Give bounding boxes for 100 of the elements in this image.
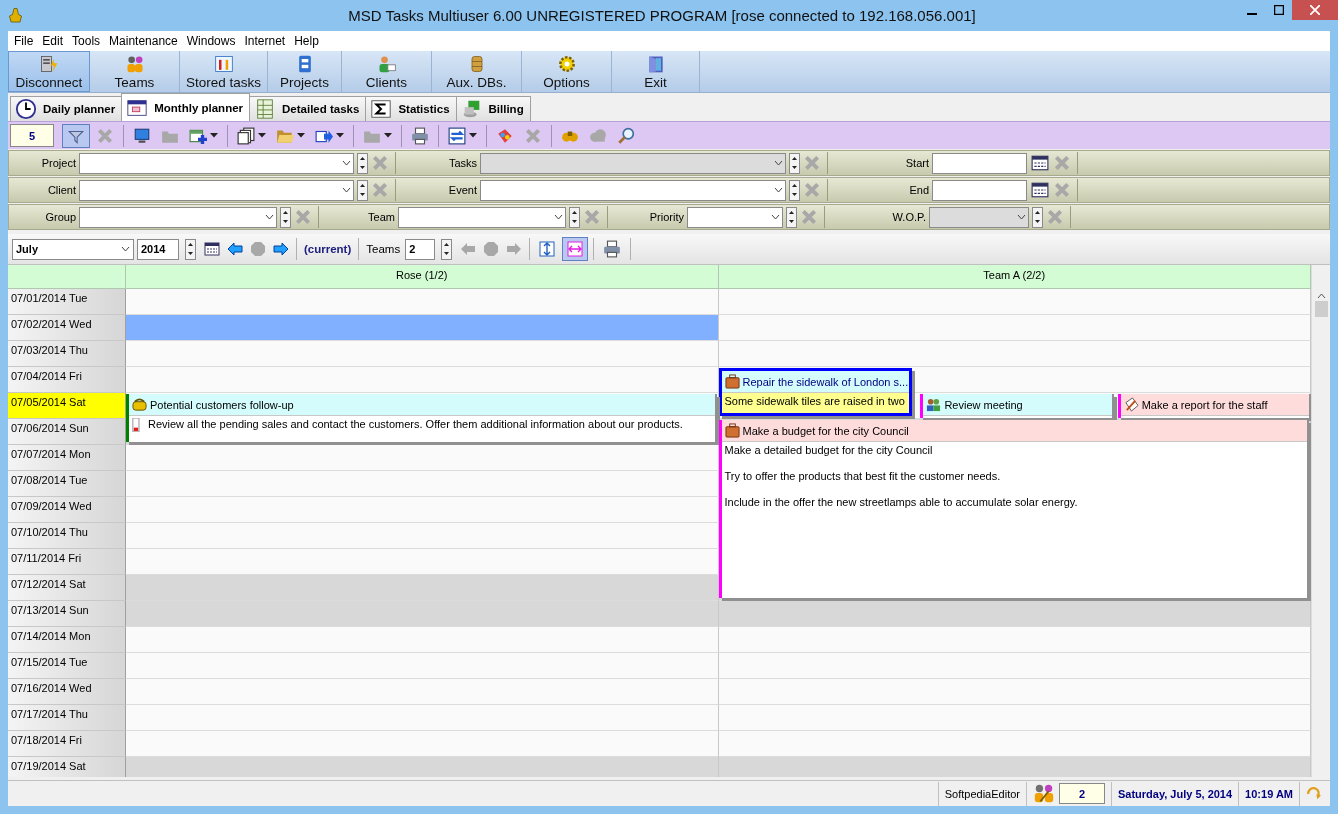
tab[interactable]: Statistics xyxy=(365,96,457,121)
day-cell[interactable] xyxy=(126,627,719,653)
day-cell[interactable] xyxy=(126,497,719,523)
menu-item[interactable]: Windows xyxy=(182,34,241,48)
spin-buttons[interactable] xyxy=(789,179,800,201)
date-cell: 07/03/2014 Thu xyxy=(8,341,126,367)
toolbar-button[interactable]: Disconnect xyxy=(8,51,90,92)
menu-item[interactable]: File xyxy=(10,34,39,48)
day-cell[interactable] xyxy=(126,601,719,627)
day-cell[interactable] xyxy=(718,731,1311,757)
year-field[interactable]: 2014 xyxy=(137,238,179,260)
filter-label: Client xyxy=(46,184,77,196)
cross-icon xyxy=(803,154,821,172)
user-name: SoftpediaEditor xyxy=(937,781,1026,806)
day-cell[interactable] xyxy=(718,653,1311,679)
day-cell[interactable] xyxy=(718,757,1311,777)
printer-icon xyxy=(411,126,429,145)
spin-buttons[interactable] xyxy=(185,238,196,260)
day-cell[interactable] xyxy=(718,341,1311,367)
spin-buttons[interactable] xyxy=(789,152,800,174)
spin-buttons[interactable] xyxy=(786,206,797,228)
day-cell[interactable] xyxy=(126,289,719,315)
scrollbar[interactable] xyxy=(1311,265,1330,777)
day-cell[interactable] xyxy=(126,341,719,367)
scroll-up-icon xyxy=(1316,293,1326,299)
day-cell[interactable] xyxy=(126,731,719,757)
users-icon xyxy=(1032,782,1055,805)
day-cell[interactable] xyxy=(126,315,719,341)
event-card[interactable]: Repair the sidewalk of London s... Some sidewalk tiles are raised in two xyxy=(718,368,912,416)
date-field[interactable] xyxy=(932,179,1027,201)
spin-buttons[interactable] xyxy=(357,152,368,174)
cross-icon xyxy=(800,208,818,226)
day-cell[interactable] xyxy=(126,445,719,471)
day-cell[interactable] xyxy=(126,549,719,575)
spin-buttons[interactable] xyxy=(357,179,368,201)
event-card[interactable] xyxy=(718,420,1309,598)
spin-buttons[interactable] xyxy=(441,238,453,260)
day-cell[interactable] xyxy=(126,653,719,679)
day-cell[interactable] xyxy=(718,601,1311,627)
caret-icon xyxy=(469,133,477,138)
menu-item[interactable]: Internet xyxy=(240,34,291,48)
tab[interactable]: Daily planner xyxy=(10,96,123,121)
day-cell[interactable] xyxy=(126,705,719,731)
date-cell: 07/02/2014 Wed xyxy=(8,315,126,341)
toolbar-button[interactable]: Exit xyxy=(612,51,700,92)
date-cell: 07/18/2014 Fri xyxy=(8,731,126,757)
date-field[interactable] xyxy=(932,152,1027,174)
toolbar-button[interactable]: Projects xyxy=(268,51,342,92)
printer-icon xyxy=(603,240,622,258)
day-cell[interactable] xyxy=(718,315,1311,341)
date-cell: 07/06/2014 Sun xyxy=(8,419,126,445)
date-cell: 07/11/2014 Fri xyxy=(8,549,126,575)
counter-field: 5 xyxy=(10,124,54,147)
status-time: 10:19 AM xyxy=(1238,781,1299,806)
teams-field[interactable]: 2 xyxy=(405,238,436,260)
cloud-icon xyxy=(589,126,607,145)
toolbar-button[interactable]: Teams xyxy=(90,51,180,92)
spin-buttons[interactable] xyxy=(280,206,291,228)
day-cell[interactable] xyxy=(718,679,1311,705)
month-select[interactable]: July xyxy=(12,238,134,260)
tab[interactable]: Billing xyxy=(455,96,531,121)
day-cell[interactable] xyxy=(718,289,1311,315)
date-cell: 07/09/2014 Wed xyxy=(8,497,126,523)
tab[interactable]: Monthly planner xyxy=(121,93,251,121)
day-cell[interactable] xyxy=(718,627,1311,653)
close-button[interactable] xyxy=(1292,0,1338,20)
day-cell[interactable] xyxy=(718,705,1311,731)
event-card[interactable]: Review meeting xyxy=(920,394,1114,418)
event-card[interactable]: Potential customers follow-up Review all the pending sales and contact the customers. Offer them additional information about our products. xyxy=(126,394,717,442)
day-cell[interactable] xyxy=(126,523,719,549)
toolbar-button[interactable]: Clients xyxy=(342,51,432,92)
date-cell: 07/08/2014 Tue xyxy=(8,471,126,497)
day-cell[interactable] xyxy=(126,471,719,497)
toolbar-button[interactable]: Aux. DBs. xyxy=(432,51,522,92)
day-cell[interactable] xyxy=(126,757,719,777)
menu-item[interactable]: Edit xyxy=(38,34,69,48)
caret-icon xyxy=(336,133,344,138)
current-link[interactable]: (current) xyxy=(302,243,354,255)
event-card[interactable]: Make a report for the staff xyxy=(1117,394,1311,418)
day-cell[interactable] xyxy=(126,679,719,705)
tab[interactable]: Detailed tasks xyxy=(249,96,367,121)
filter-label: End xyxy=(908,184,930,196)
tools-icon xyxy=(213,53,234,74)
date-cell: 07/01/2014 Tue xyxy=(8,289,126,315)
day-cell[interactable] xyxy=(126,575,719,601)
toolbar-button[interactable]: Stored tasks xyxy=(180,51,268,92)
view-button[interactable] xyxy=(562,237,589,261)
menu-item[interactable]: Help xyxy=(290,34,324,48)
date-cell: 07/12/2014 Sat xyxy=(8,575,126,601)
day-cell[interactable] xyxy=(126,367,719,393)
menu-item[interactable]: Tools xyxy=(68,34,106,48)
spin-buttons[interactable] xyxy=(569,206,580,228)
scroll-thumb[interactable] xyxy=(1314,301,1328,317)
menu-item[interactable]: Maintenance xyxy=(105,34,183,48)
toolbar-button[interactable]: Options xyxy=(522,51,612,92)
users-count: 2 xyxy=(1058,783,1105,804)
event-description: Include in the offer the new streetlamps able to accumulate solar energy. xyxy=(724,496,1078,508)
spin-buttons[interactable] xyxy=(1032,206,1043,228)
call-icon xyxy=(132,397,147,412)
chevron-down-icon xyxy=(774,187,783,193)
